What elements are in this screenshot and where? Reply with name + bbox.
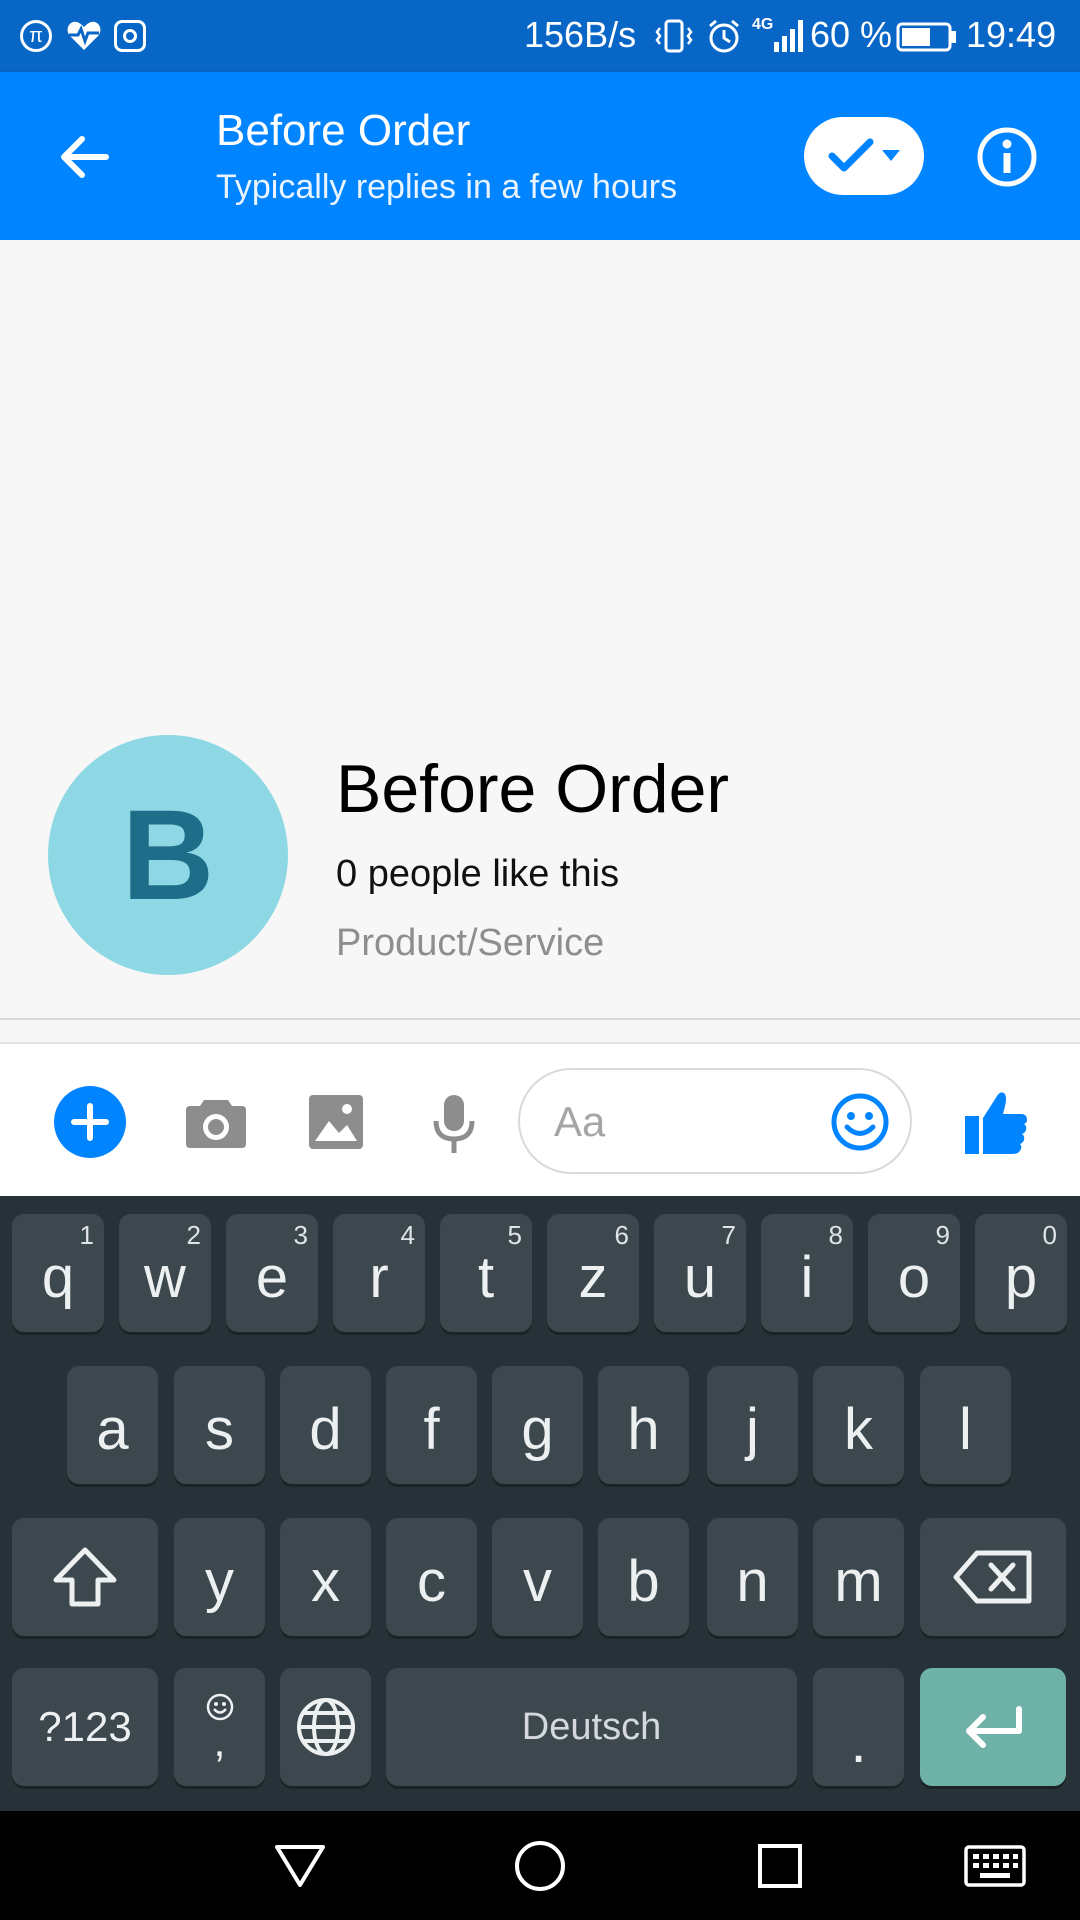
key-e[interactable]: 3e bbox=[226, 1214, 318, 1332]
key-y[interactable]: y bbox=[174, 1518, 265, 1636]
conversation-title[interactable]: Before Order bbox=[216, 106, 470, 156]
enter-icon bbox=[966, 1706, 1022, 1748]
globe-icon bbox=[296, 1698, 355, 1756]
like-button[interactable] bbox=[956, 1082, 1036, 1162]
conversation-subtitle: Typically replies in a few hours bbox=[216, 168, 678, 206]
clock: 19:49 bbox=[966, 14, 1057, 55]
key-f[interactable]: f bbox=[386, 1366, 477, 1484]
key-l[interactable]: l bbox=[920, 1366, 1011, 1484]
voice-button[interactable] bbox=[418, 1088, 490, 1160]
key-u[interactable]: 7u bbox=[654, 1214, 746, 1332]
shift-key[interactable] bbox=[12, 1518, 158, 1636]
checkmark-icon bbox=[828, 138, 874, 172]
keyboard-icon bbox=[964, 1845, 1026, 1887]
circle-home-icon bbox=[515, 1841, 565, 1891]
nav-back-button[interactable] bbox=[260, 1831, 340, 1901]
emoji-button[interactable] bbox=[828, 1090, 892, 1154]
info-button[interactable] bbox=[972, 122, 1042, 192]
profile-category: Product/Service bbox=[336, 922, 605, 964]
backspace-icon bbox=[953, 1550, 1032, 1604]
period-key[interactable]: . bbox=[813, 1668, 904, 1786]
network-type: 4G bbox=[752, 16, 774, 33]
alarm-icon bbox=[706, 18, 742, 59]
key-o[interactable]: 9o bbox=[868, 1214, 960, 1332]
chat-area[interactable]: B Before Order 0 people like this Produc… bbox=[0, 240, 1080, 1020]
key-s[interactable]: s bbox=[174, 1366, 265, 1484]
space-key[interactable]: Deutsch bbox=[386, 1668, 797, 1786]
camera-button[interactable] bbox=[176, 1088, 256, 1156]
key-t[interactable]: 5t bbox=[440, 1214, 532, 1332]
shift-icon bbox=[53, 1547, 117, 1607]
info-icon bbox=[977, 127, 1037, 187]
caret-down-icon bbox=[882, 150, 900, 161]
key-q[interactable]: 1q bbox=[12, 1214, 104, 1332]
keyboard-switch-button[interactable] bbox=[950, 1831, 1040, 1901]
instagram-icon bbox=[114, 20, 146, 52]
key-m[interactable]: m bbox=[813, 1518, 904, 1636]
key-c[interactable]: c bbox=[386, 1518, 477, 1636]
thumbs-up-icon bbox=[965, 1092, 1027, 1154]
emoji-icon bbox=[831, 1093, 889, 1151]
key-x[interactable]: x bbox=[280, 1518, 371, 1636]
key-j[interactable]: j bbox=[707, 1366, 798, 1484]
profile-name: Before Order bbox=[336, 751, 730, 827]
status-bar: π 156B/s 4G 60 % 19:49 bbox=[0, 0, 1080, 72]
key-v[interactable]: v bbox=[492, 1518, 583, 1636]
triangle-back-icon bbox=[275, 1845, 325, 1887]
message-input-placeholder: Aa bbox=[554, 1098, 606, 1145]
app-bar: Before Order Typically replies in a few … bbox=[0, 72, 1080, 240]
heart-pulse-icon bbox=[66, 18, 102, 57]
key-p[interactable]: 0p bbox=[975, 1214, 1067, 1332]
key-g[interactable]: g bbox=[492, 1366, 583, 1484]
nav-home-button[interactable] bbox=[500, 1826, 580, 1906]
language-key[interactable] bbox=[280, 1668, 371, 1786]
pi-icon: π bbox=[20, 20, 52, 52]
camera-icon bbox=[186, 1100, 246, 1148]
image-icon bbox=[309, 1095, 363, 1149]
key-d[interactable]: d bbox=[280, 1366, 371, 1484]
profile-divider bbox=[0, 1018, 1080, 1020]
key-h[interactable]: h bbox=[598, 1366, 689, 1484]
keyboard: 1q 2w 3e 4r 5t 6z 7u 8i 9o 0p a s d f g … bbox=[0, 1196, 1080, 1811]
enter-key[interactable] bbox=[920, 1668, 1066, 1786]
key-z[interactable]: 6z bbox=[547, 1214, 639, 1332]
nav-recents-button[interactable] bbox=[740, 1826, 820, 1906]
backspace-key[interactable] bbox=[920, 1518, 1066, 1636]
back-button[interactable] bbox=[40, 112, 130, 202]
profile-likes: 0 people like this bbox=[336, 853, 620, 895]
symbols-key[interactable]: ?123 bbox=[12, 1668, 158, 1786]
net-speed: 156B/s bbox=[524, 14, 637, 55]
message-composer: Aa bbox=[0, 1042, 1080, 1196]
navigation-bar bbox=[0, 1811, 1080, 1920]
battery-icon bbox=[896, 22, 958, 57]
key-a[interactable]: a bbox=[67, 1366, 158, 1484]
square-recents-icon bbox=[758, 1844, 802, 1888]
battery-percent: 60 % bbox=[810, 14, 893, 55]
vibrate-icon bbox=[654, 18, 694, 59]
comma-key[interactable]: , bbox=[174, 1668, 265, 1786]
key-r[interactable]: 4r bbox=[333, 1214, 425, 1332]
gallery-button[interactable] bbox=[296, 1088, 376, 1156]
key-b[interactable]: b bbox=[598, 1518, 689, 1636]
back-arrow-icon bbox=[61, 136, 109, 178]
avatar-letter: B bbox=[121, 783, 215, 927]
mark-done-button[interactable] bbox=[804, 117, 924, 195]
signal-icon bbox=[772, 16, 808, 59]
more-actions-button[interactable] bbox=[54, 1086, 126, 1158]
message-input[interactable]: Aa bbox=[518, 1068, 912, 1174]
key-n[interactable]: n bbox=[707, 1518, 798, 1636]
microphone-icon bbox=[433, 1095, 475, 1153]
plus-icon bbox=[71, 1103, 109, 1141]
key-k[interactable]: k bbox=[813, 1366, 904, 1484]
key-w[interactable]: 2w bbox=[119, 1214, 211, 1332]
avatar[interactable]: B bbox=[48, 735, 288, 975]
key-i[interactable]: 8i bbox=[761, 1214, 853, 1332]
